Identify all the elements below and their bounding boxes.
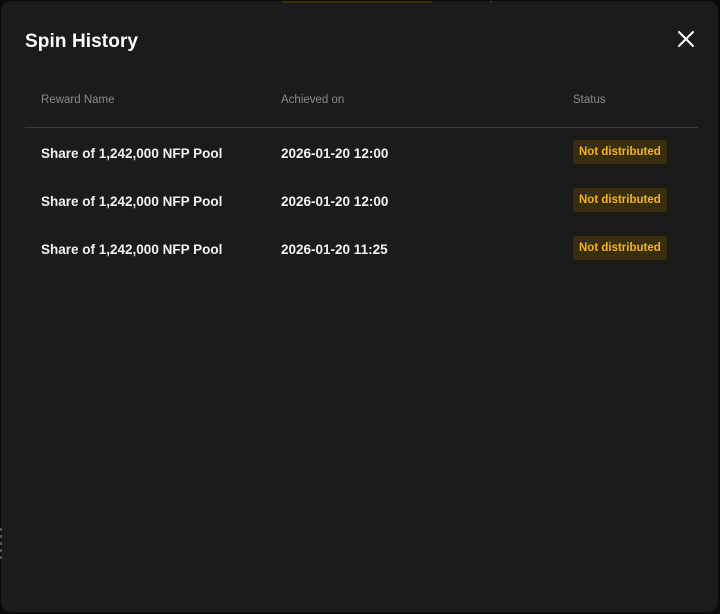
table-header: Reward Name Achieved on Status	[25, 81, 698, 128]
close-icon	[678, 31, 694, 47]
table-row: Share of 1,242,000 NFP Pool 2026-01-20 1…	[25, 176, 698, 224]
reward-name-cell: Share of 1,242,000 NFP Pool	[41, 146, 223, 161]
top-accent-mark	[490, 1, 492, 3]
achieved-on-cell: 2026-01-20 11:25	[281, 242, 388, 257]
reward-name-cell: Share of 1,242,000 NFP Pool	[41, 194, 223, 209]
table-body: Share of 1,242,000 NFP Pool 2026-01-20 1…	[25, 128, 698, 272]
status-badge: Not distributed	[573, 140, 667, 164]
header-achieved-on: Achieved on	[281, 94, 345, 106]
achieved-on-cell: 2026-01-20 12:00	[281, 194, 389, 209]
status-badge: Not distributed	[573, 188, 667, 212]
reward-name-cell: Share of 1,242,000 NFP Pool	[41, 242, 223, 257]
history-table: Reward Name Achieved on Status Share of …	[25, 81, 698, 272]
background-edge-dots	[0, 528, 2, 562]
spin-history-modal: Spin History Reward Name Achieved on Sta…	[1, 1, 718, 612]
header-reward-name: Reward Name	[41, 94, 115, 106]
top-accent-bar	[282, 1, 432, 3]
table-row: Share of 1,242,000 NFP Pool 2026-01-20 1…	[25, 224, 698, 272]
table-row: Share of 1,242,000 NFP Pool 2026-01-20 1…	[25, 128, 698, 176]
achieved-on-cell: 2026-01-20 12:00	[281, 146, 389, 161]
status-badge: Not distributed	[573, 236, 667, 260]
modal-title: Spin History	[25, 31, 139, 52]
close-button[interactable]	[672, 25, 700, 53]
header-status: Status	[573, 94, 606, 106]
